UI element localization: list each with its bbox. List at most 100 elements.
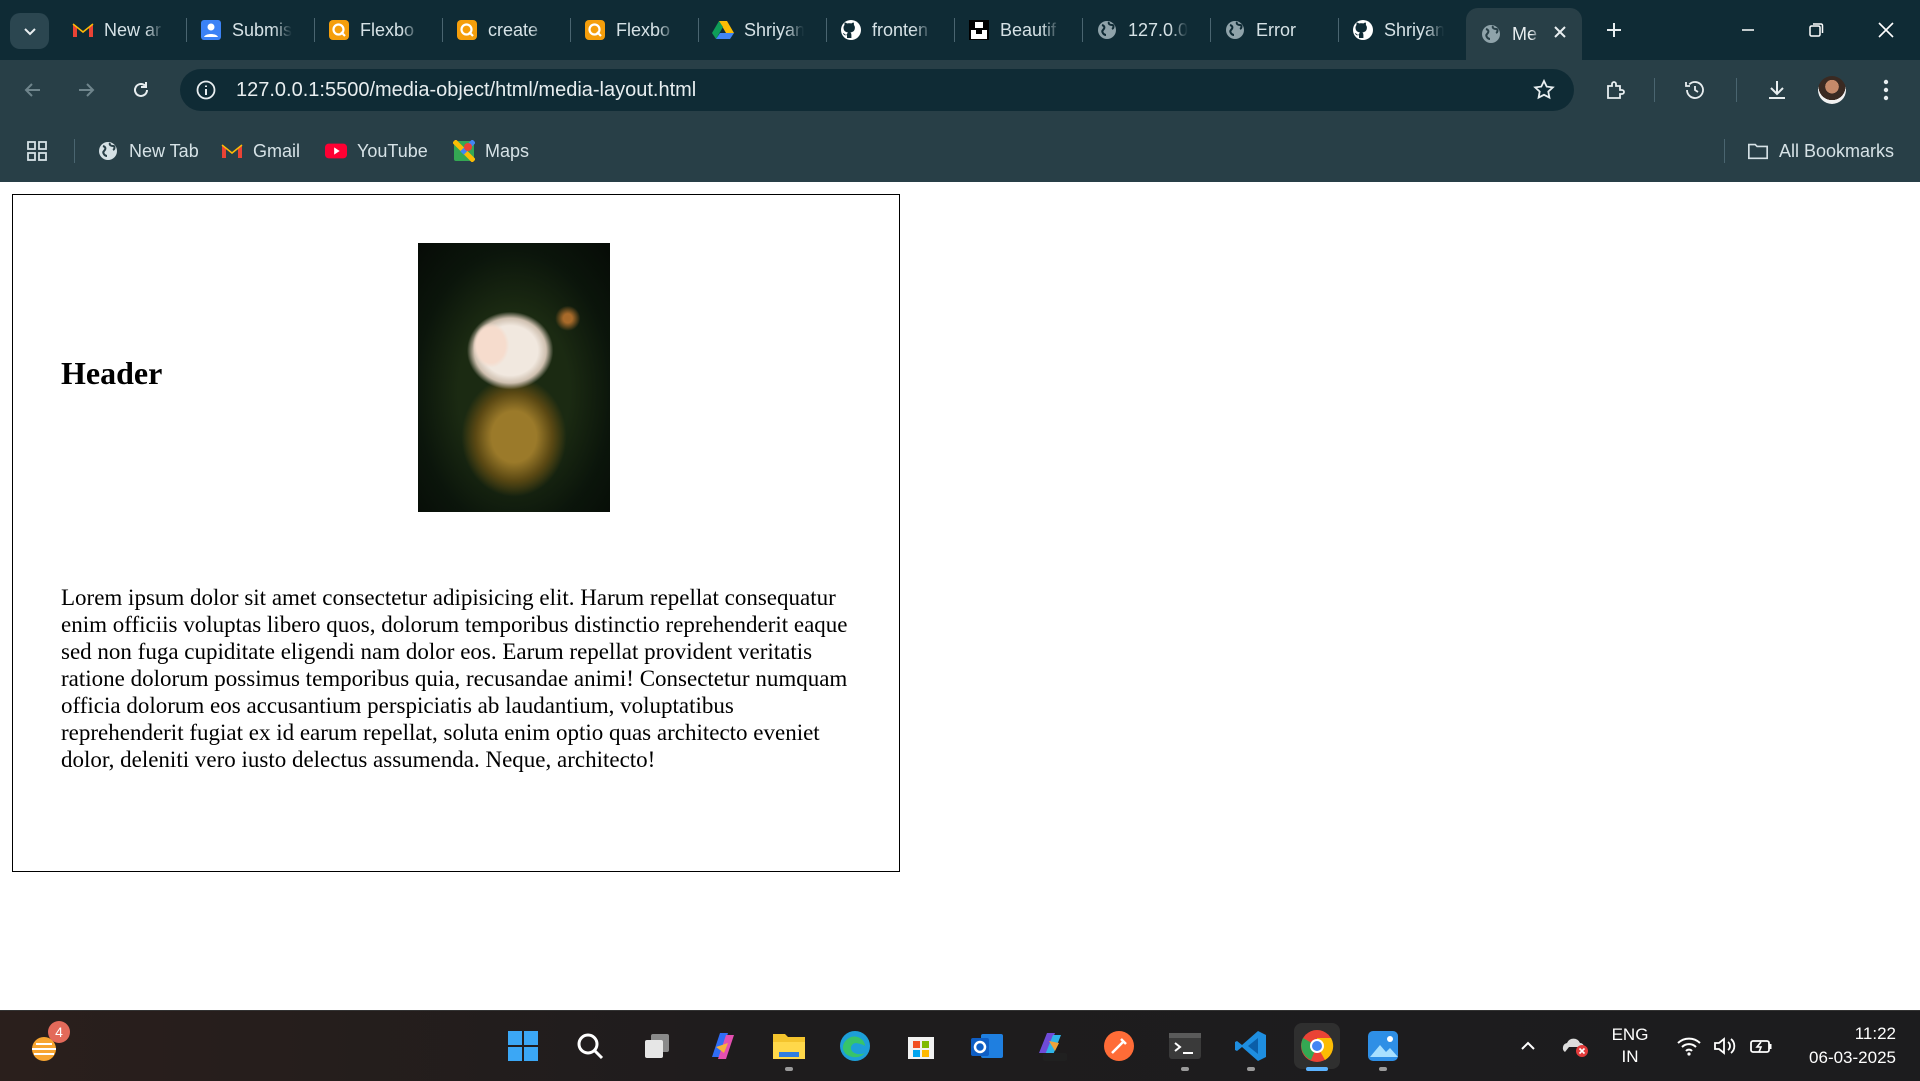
site-info-icon[interactable] [194, 78, 218, 102]
tab-title: New ar [104, 19, 162, 40]
copilot-button[interactable] [700, 1023, 746, 1069]
tab-gmail[interactable]: New ar [58, 0, 186, 60]
bookmark-label: Maps [485, 140, 530, 161]
chrome-icon [1301, 1030, 1334, 1062]
onedrive-status[interactable] [1556, 1011, 1596, 1081]
globe-icon [1480, 23, 1502, 45]
quiz-icon [456, 19, 478, 41]
close-window-button[interactable] [1852, 0, 1920, 60]
bookmark-gmail[interactable]: Gmail [221, 120, 300, 182]
reload-button[interactable] [123, 72, 159, 108]
tab-drive[interactable]: Shriyan [698, 0, 826, 60]
close-icon [1878, 22, 1894, 38]
terminal-icon [1169, 1033, 1201, 1059]
url-text[interactable]: 127.0.0.1:5500/media-object/html/media-l… [236, 69, 696, 111]
tab-flexbox-1[interactable]: Flexbo [314, 0, 442, 60]
quiz-icon [584, 19, 606, 41]
vscode-icon [1235, 1031, 1266, 1061]
history-button[interactable] [1677, 72, 1713, 108]
edge-icon [840, 1031, 870, 1061]
tab-title: Shriyan [744, 19, 804, 40]
gmail-icon [221, 140, 243, 162]
minimize-button[interactable] [1714, 0, 1782, 60]
globe-icon [1096, 19, 1118, 41]
contact-form-icon [200, 19, 222, 41]
file-explorer-button[interactable] [766, 1023, 812, 1071]
tab-github-frontend[interactable]: fronten [826, 0, 954, 60]
unsplash-icon [968, 19, 990, 41]
outlook-icon [971, 1034, 1003, 1058]
apps-grid-icon [26, 140, 48, 162]
restore-button[interactable] [1782, 0, 1850, 60]
search-button[interactable] [567, 1023, 613, 1069]
task-view-icon [645, 1034, 669, 1058]
page-viewport: Header Lorem ipsum dolor sit amet consec… [0, 182, 1920, 1010]
tab-create[interactable]: create [442, 0, 570, 60]
outlook-button[interactable] [964, 1023, 1010, 1069]
extensions-button[interactable] [1598, 72, 1634, 108]
task-view-button[interactable] [634, 1023, 680, 1069]
tab-error[interactable]: Error [1210, 0, 1338, 60]
bookmarks-bar: New Tab Gmail YouTube Maps All Bookmarks [0, 120, 1920, 182]
minimize-icon [1742, 29, 1754, 31]
m365-button[interactable] [1030, 1023, 1076, 1069]
menu-button[interactable] [1868, 72, 1904, 108]
show-hidden-icons-button[interactable] [1510, 1011, 1546, 1081]
globe-icon [97, 140, 119, 162]
tab-search-button[interactable] [10, 13, 49, 49]
clock-date: 06-03-2025 [1809, 1048, 1896, 1067]
bookmark-label: YouTube [357, 140, 428, 161]
media-header: Header [61, 355, 163, 391]
github-icon [1352, 19, 1374, 41]
arrow-left-icon [24, 83, 40, 97]
media-paragraph: Lorem ipsum dolor sit amet consectetur a… [61, 585, 848, 772]
bookmark-youtube[interactable]: YouTube [325, 120, 428, 182]
bookmark-star-icon[interactable] [1532, 78, 1556, 102]
tab-localhost[interactable]: 127.0.0 [1082, 0, 1210, 60]
profile-avatar[interactable] [1818, 76, 1846, 104]
notification-badge: 4 [48, 1021, 70, 1043]
tab-title: Shriyan [1384, 19, 1444, 40]
history-icon [1685, 81, 1704, 99]
photos-button[interactable] [1360, 1023, 1406, 1071]
store-icon [908, 1037, 934, 1059]
new-tab-button[interactable] [1600, 16, 1628, 44]
tab-unsplash[interactable]: Beautif [954, 0, 1082, 60]
forward-button[interactable] [68, 72, 104, 108]
tab-title: 127.0.0 [1128, 19, 1188, 40]
postman-button[interactable] [1096, 1023, 1142, 1069]
chrome-button[interactable] [1294, 1023, 1340, 1071]
tab-submission[interactable]: Submis [186, 0, 314, 60]
tab-flexbox-2[interactable]: Flexbo [570, 0, 698, 60]
speaker-icon [1714, 1037, 1736, 1055]
chevron-up-icon [1521, 1041, 1535, 1050]
bookmark-new-tab[interactable]: New Tab [97, 120, 199, 182]
apps-button[interactable] [26, 120, 48, 182]
bookmark-maps[interactable]: Maps [453, 120, 529, 182]
battery-status[interactable] [1744, 1011, 1778, 1081]
store-button[interactable] [898, 1023, 944, 1069]
tab-github-shriyan[interactable]: Shriyan [1338, 0, 1466, 60]
volume-control[interactable] [1708, 1011, 1742, 1081]
globe-icon [1224, 19, 1246, 41]
start-button[interactable] [500, 1023, 546, 1069]
edge-button[interactable] [832, 1023, 878, 1069]
address-bar[interactable]: 127.0.0.1:5500/media-object/html/media-l… [180, 69, 1574, 111]
terminal-button[interactable] [1162, 1023, 1208, 1071]
language-region: IN [1621, 1047, 1639, 1066]
browser-toolbar: 127.0.0.1:5500/media-object/html/media-l… [0, 60, 1920, 120]
back-button[interactable] [15, 72, 51, 108]
tab-title: fronten [872, 19, 929, 40]
onedrive-error-icon [1562, 1038, 1588, 1057]
restore-icon [1809, 23, 1824, 37]
windows-taskbar: 4 ENG IN 11:22 06-03-2025 [0, 1010, 1920, 1081]
wifi-status[interactable] [1672, 1011, 1706, 1081]
arrow-right-icon [79, 83, 95, 97]
tab-active-media[interactable]: Me [1466, 8, 1582, 60]
language-indicator[interactable]: ENG IN [1600, 1011, 1660, 1081]
close-tab-icon[interactable] [1550, 22, 1570, 42]
vscode-button[interactable] [1228, 1023, 1274, 1071]
clock[interactable]: 11:22 06-03-2025 [1790, 1011, 1896, 1081]
all-bookmarks-button[interactable]: All Bookmarks [1747, 120, 1894, 182]
downloads-button[interactable] [1759, 72, 1795, 108]
